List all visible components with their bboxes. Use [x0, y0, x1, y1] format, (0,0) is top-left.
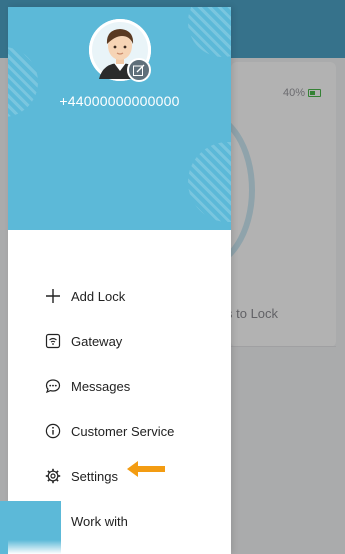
drawer-header: +44000000000000 — [8, 7, 231, 230]
side-drawer: +44000000000000 Add Lock Gateway Message… — [8, 7, 231, 554]
menu-item-label: Messages — [71, 378, 131, 394]
menu-item-label: Customer Service — [71, 423, 175, 439]
phone-number: +44000000000000 — [59, 93, 180, 109]
menu-item-settings[interactable]: Settings — [8, 461, 231, 491]
menu-item-gateway[interactable]: Gateway — [8, 326, 231, 356]
menu-item-messages[interactable]: Messages — [8, 371, 231, 401]
menu-item-customer-service[interactable]: Customer Service — [8, 416, 231, 446]
decorative-circle — [188, 142, 231, 222]
edit-icon — [133, 64, 145, 76]
gear-icon — [44, 467, 62, 485]
router-icon — [44, 332, 62, 350]
chat-bubble-icon — [44, 377, 62, 395]
bottom-fade — [8, 540, 231, 554]
menu-item-label: Add Lock — [71, 288, 126, 304]
plus-icon — [44, 287, 62, 305]
decorative-circle — [188, 7, 231, 57]
info-icon — [44, 422, 62, 440]
menu-item-add-lock[interactable]: Add Lock — [8, 281, 231, 311]
annotation-arrow-icon — [127, 461, 165, 477]
menu-item-label: Settings — [71, 468, 118, 484]
edit-profile-button[interactable] — [127, 58, 151, 82]
menu-item-label: Gateway — [71, 333, 123, 349]
menu-item-label: Work with — [71, 513, 128, 529]
